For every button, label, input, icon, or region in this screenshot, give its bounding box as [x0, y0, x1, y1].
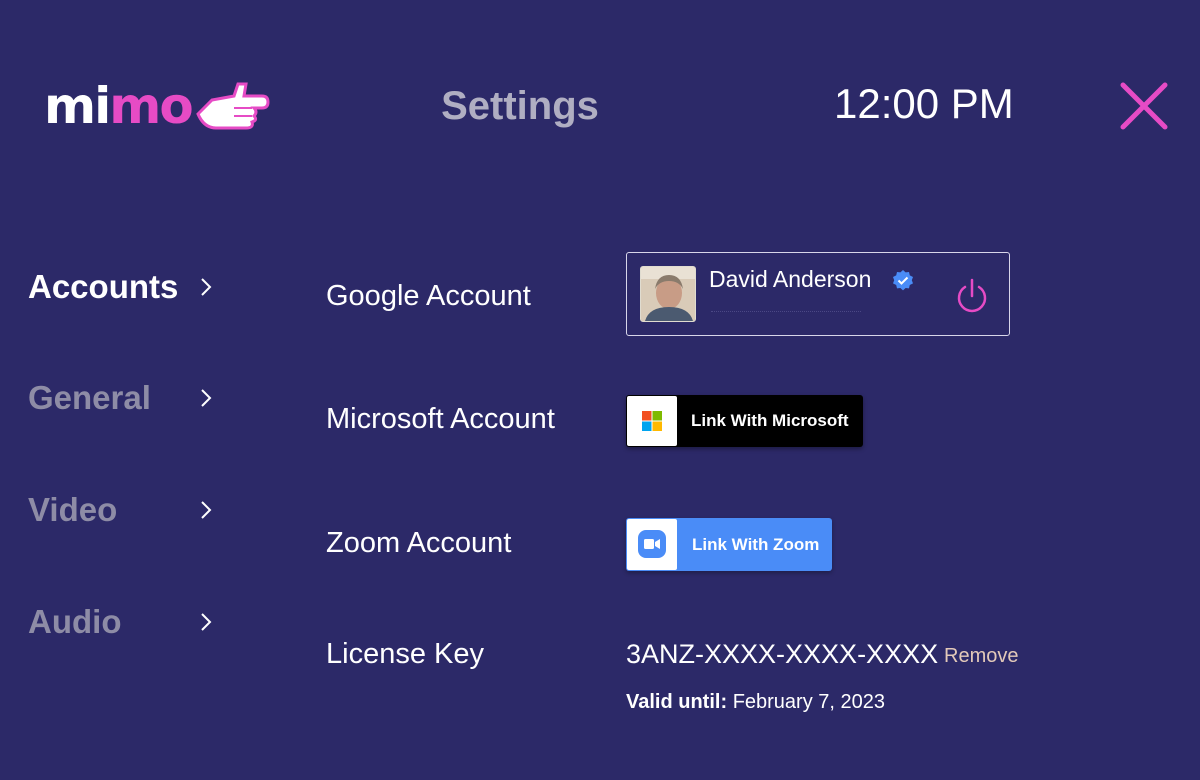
sidebar-item-label: Video: [28, 491, 118, 528]
link-zoom-label: Link With Zoom: [692, 535, 820, 554]
close-icon: [1120, 82, 1168, 130]
zoom-camera-icon: [638, 530, 666, 558]
sidebar-item-audio[interactable]: Audio: [28, 597, 218, 647]
verified-badge-icon: [893, 270, 913, 291]
chevron-right-icon: [201, 389, 212, 407]
microsoft-account-label: Microsoft Account: [326, 403, 555, 435]
google-user-name: David Anderson: [709, 266, 872, 292]
link-microsoft-label: Link With Microsoft: [691, 411, 849, 430]
google-account-label: Google Account: [326, 280, 531, 312]
valid-until-date: February 7, 2023: [732, 691, 886, 713]
sidebar-item-general[interactable]: General: [28, 373, 218, 423]
license-validity: Valid until: February 7, 2023: [626, 691, 885, 714]
sidebar-item-video[interactable]: Video: [28, 485, 218, 535]
unlink-google-button[interactable]: [955, 277, 989, 315]
chevron-right-icon: [201, 278, 212, 296]
link-zoom-button[interactable]: Link With Zoom: [626, 518, 832, 571]
power-icon: [957, 278, 987, 313]
close-button[interactable]: [1118, 80, 1170, 132]
remove-license-link[interactable]: Remove: [944, 645, 1018, 668]
avatar: [640, 266, 696, 322]
microsoft-icon-box: [627, 396, 677, 446]
sidebar-item-label: General: [28, 379, 151, 416]
sidebar-item-accounts[interactable]: Accounts: [28, 262, 218, 312]
clock-time: 12:00 PM: [834, 80, 1014, 127]
valid-until-label: Valid until:: [626, 691, 728, 713]
zoom-account-label: Zoom Account: [326, 527, 512, 559]
google-email-redacted: [711, 311, 861, 314]
microsoft-logo-icon: [642, 411, 662, 431]
sidebar-item-label: Accounts: [28, 268, 179, 305]
license-key-label: License Key: [326, 638, 484, 670]
chevron-right-icon: [201, 501, 212, 519]
sidebar-item-label: Audio: [28, 603, 122, 640]
chevron-right-icon: [201, 613, 212, 631]
license-key-value: 3ANZ-XXXX-XXXX-XXXX: [626, 639, 939, 669]
google-account-card: David Anderson: [626, 252, 1010, 336]
link-microsoft-button[interactable]: Link With Microsoft: [626, 395, 863, 447]
zoom-icon-box: [627, 519, 677, 570]
